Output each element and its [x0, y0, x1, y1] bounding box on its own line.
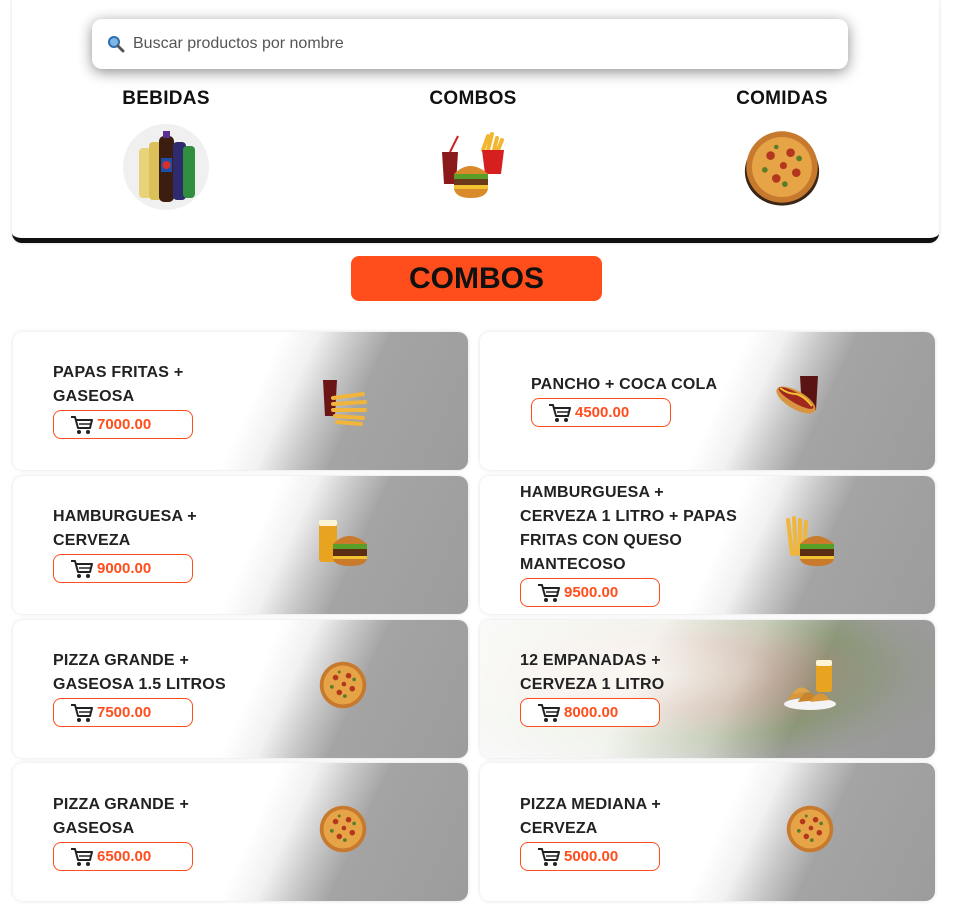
cart-icon: [537, 583, 561, 603]
soda-bottles-icon: [121, 122, 211, 212]
add-to-cart-button[interactable]: 9500.00: [520, 578, 660, 607]
empanadas-beer-icon: [782, 658, 838, 714]
product-name: PAPAS FRITAS + GASEOSA: [53, 364, 184, 405]
product-price: 7000.00: [97, 416, 152, 433]
product-name: HAMBURGUESA + CERVEZA 1 LITRO + PAPAS FR…: [520, 484, 737, 573]
product-card[interactable]: 12 EMPANADAS + CERVEZA 1 LITRO 8000.00: [480, 620, 935, 758]
product-price: 9000.00: [97, 560, 152, 577]
product-card[interactable]: PAPAS FRITAS + GASEOSA 7000.00: [13, 332, 468, 470]
pizza-icon: [782, 801, 838, 857]
product-card[interactable]: PIZZA GRANDE + GASEOSA 6500.00: [13, 763, 468, 901]
product-price: 5000.00: [564, 848, 619, 865]
product-price: 7500.00: [97, 704, 152, 721]
product-name: PIZZA GRANDE + GASEOSA: [53, 796, 189, 837]
category-comidas[interactable]: COMIDAS: [682, 88, 882, 212]
product-card[interactable]: PIZZA GRANDE + GASEOSA 1.5 LITROS 7500.0…: [13, 620, 468, 758]
product-card[interactable]: PANCHO + COCA COLA 4500.00: [480, 332, 935, 470]
product-price: 4500.00: [575, 404, 630, 421]
fries-soda-icon: [315, 372, 371, 428]
product-price: 9500.00: [564, 584, 619, 601]
add-to-cart-button[interactable]: 7500.00: [53, 698, 193, 727]
product-name: 12 EMPANADAS + CERVEZA 1 LITRO: [520, 652, 665, 693]
cart-icon: [70, 559, 94, 579]
cart-icon: [70, 415, 94, 435]
product-name: PIZZA GRANDE + GASEOSA 1.5 LITROS: [53, 652, 226, 693]
cart-icon: [70, 703, 94, 723]
product-price: 8000.00: [564, 704, 619, 721]
category-bebidas[interactable]: BEBIDAS: [66, 88, 266, 212]
add-to-cart-button[interactable]: 6500.00: [53, 842, 193, 871]
product-card[interactable]: HAMBURGUESA + CERVEZA 9000.00: [13, 476, 468, 614]
product-card[interactable]: HAMBURGUESA + CERVEZA 1 LITRO + PAPAS FR…: [480, 476, 935, 614]
product-name: PANCHO + COCA COLA: [531, 376, 718, 393]
add-to-cart-button[interactable]: 8000.00: [520, 698, 660, 727]
product-name: PIZZA MEDIANA + CERVEZA: [520, 796, 661, 837]
add-to-cart-button[interactable]: 7000.00: [53, 410, 193, 439]
cart-icon: [537, 703, 561, 723]
section-title: COMBOS: [351, 256, 602, 301]
add-to-cart-button[interactable]: 9000.00: [53, 554, 193, 583]
combo-meal-icon: [428, 122, 518, 212]
search-input[interactable]: [131, 34, 815, 54]
cart-icon: [548, 403, 572, 423]
cart-icon: [537, 847, 561, 867]
search-icon: [107, 35, 125, 53]
pizza-icon: [737, 122, 827, 212]
add-to-cart-button[interactable]: 4500.00: [531, 398, 671, 427]
hotdog-soda-icon: [770, 370, 826, 426]
search-bar[interactable]: [92, 19, 848, 69]
pizza-icon: [315, 801, 371, 857]
add-to-cart-button[interactable]: 5000.00: [520, 842, 660, 871]
category-label: BEBIDAS: [122, 88, 210, 109]
product-card[interactable]: PIZZA MEDIANA + CERVEZA 5000.00: [480, 763, 935, 901]
burger-fries-icon: [782, 514, 838, 570]
category-label: COMIDAS: [736, 88, 828, 109]
cart-icon: [70, 847, 94, 867]
product-price: 6500.00: [97, 848, 152, 865]
category-combos[interactable]: COMBOS: [373, 88, 573, 212]
product-name: HAMBURGUESA + CERVEZA: [53, 508, 197, 549]
pizza-icon: [315, 657, 371, 713]
category-label: COMBOS: [429, 88, 517, 109]
burger-beer-icon: [315, 514, 371, 570]
